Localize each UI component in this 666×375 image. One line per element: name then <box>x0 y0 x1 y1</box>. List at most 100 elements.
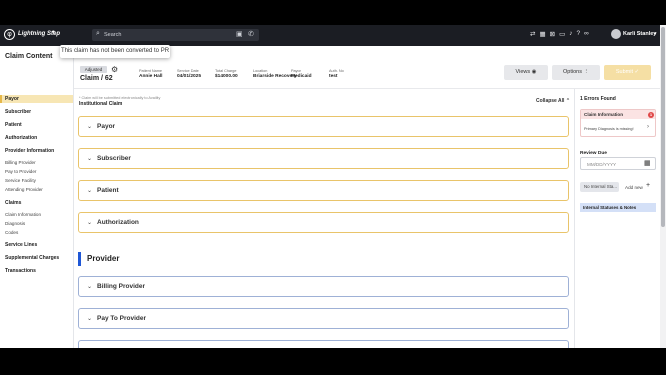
avatar[interactable] <box>611 29 621 39</box>
sidebar-item-attending-provider[interactable]: Attending Provider <box>0 186 73 194</box>
bell-icon[interactable]: ♪ <box>569 30 572 38</box>
sidebar-title: Claim Content <box>5 53 53 60</box>
scan-icon[interactable]: ▣ <box>236 30 243 38</box>
sidebar-item-service-lines[interactable]: Service Lines <box>0 241 73 249</box>
accordion-label: Authorization <box>97 219 139 226</box>
sidebar-item-subscriber[interactable]: Subscriber <box>0 108 73 116</box>
search-icon: ⌕ <box>96 30 100 37</box>
calendar-icon[interactable]: ▦ <box>644 159 651 167</box>
user-menu-chevron-icon[interactable]: ▾ <box>654 31 657 37</box>
chevron-right-icon[interactable]: › <box>647 124 649 130</box>
meta-label: Service Date <box>177 69 199 73</box>
meta-label: Auth. No <box>329 69 344 73</box>
accordion-patient[interactable]: ⌄ Patient <box>78 180 569 201</box>
chevron-down-icon: ⌄ <box>87 284 93 290</box>
error-category-label: Claim Information <box>584 112 624 117</box>
accordion-billing-provider[interactable]: ⌄ Billing Provider <box>78 276 569 297</box>
meta-payor: Payor Medicaid <box>291 69 312 79</box>
calendar-icon[interactable]: ▦ <box>539 30 545 38</box>
search-input[interactable]: Search <box>104 32 121 38</box>
accordion-pay-to-provider[interactable]: ⌄ Pay To Provider <box>78 308 569 329</box>
claim-type: Institutional Claim <box>79 101 123 107</box>
error-category: Claim Information 1 <box>581 110 655 119</box>
app-screen: φ Lightning Step ● ⌕ Search ▣ ✆ ⇄ ▦ ⊠ ▭ … <box>0 25 666 348</box>
chat-icon[interactable]: ▭ <box>559 30 565 38</box>
sidebar-item-provider-information[interactable]: Provider Information <box>0 147 73 155</box>
meta-label: Payor <box>291 69 301 73</box>
more-vertical-icon: ⋮ <box>583 69 590 75</box>
sidebar-item-claims[interactable]: Claims <box>0 199 73 207</box>
accordion-subscriber[interactable]: ⌄ Subscriber <box>78 148 569 169</box>
accordion-label: Billing Provider <box>97 283 146 290</box>
accordion-next[interactable] <box>78 340 569 348</box>
meta-label: Patient Name <box>139 69 163 73</box>
sidebar-item-payor[interactable]: Payor <box>0 95 73 103</box>
plus-icon[interactable]: + <box>646 182 650 189</box>
errors-count: 1 Errors Found <box>580 96 616 102</box>
error-detail: Primary Diagnosis is missing! <box>584 127 634 131</box>
review-due-field[interactable]: MM/DD/YYYY ▦ <box>580 157 656 170</box>
chevron-down-icon: ⌄ <box>87 220 93 226</box>
views-button[interactable]: Views ◉ <box>504 65 548 80</box>
meta-value: 04/01/2025 <box>177 74 202 79</box>
chevron-down-icon: ⌄ <box>87 316 93 322</box>
page-title: Claim / 62 <box>80 75 113 82</box>
sidebar-item-patient[interactable]: Patient <box>0 121 73 129</box>
sidebar-item-codes[interactable]: Codes <box>0 229 73 237</box>
sidebar-item-claim-information[interactable]: Claim Information <box>0 211 73 219</box>
chevron-down-icon: ⌄ <box>87 188 93 194</box>
sidebar-item-billing-provider[interactable]: Billing Provider <box>0 159 73 167</box>
accordion-label: Payor <box>97 123 116 130</box>
views-label: Views <box>515 69 531 75</box>
error-card[interactable]: Claim Information 1 Primary Diagnosis is… <box>580 109 656 137</box>
pin-icon[interactable]: ● <box>52 29 55 35</box>
accordion-label: Patient <box>97 187 119 194</box>
sidebar-item-supplemental-charges[interactable]: Supplemental Charges <box>0 254 73 262</box>
sidebar-item-pay-to-provider[interactable]: Pay to Provider <box>0 168 73 176</box>
meta-value: $14000.00 <box>215 74 238 79</box>
meta-value: Medicaid <box>291 74 312 79</box>
error-badge: 1 <box>648 111 654 118</box>
inbox-icon[interactable]: ⊠ <box>550 30 555 38</box>
convert-pr-tooltip: This claim has not been converted to PR <box>60 45 170 58</box>
sidebar <box>0 46 74 348</box>
chevron-down-icon: ⌄ <box>87 124 93 130</box>
logo-icon: φ <box>4 29 15 40</box>
provider-heading: Provider <box>78 252 119 266</box>
meta-value: test <box>329 74 338 79</box>
global-search[interactable]: ⌕ Search ▣ ✆ <box>92 29 259 41</box>
meta-service-date: Service Date 04/01/2025 <box>177 69 201 79</box>
sidebar-item-diagnosis[interactable]: Diagnosis <box>0 220 73 228</box>
sidebar-item-transactions[interactable]: Transactions <box>0 267 73 275</box>
internal-status-select[interactable]: No Internal Sta... <box>580 182 619 192</box>
submission-note: * Claim will be submitted electronically… <box>79 96 161 100</box>
scrollbar-thumb[interactable] <box>661 27 665 227</box>
meta-value: Annie Hall <box>139 74 163 79</box>
add-new-button[interactable]: Add new <box>625 185 643 190</box>
check-icon: ✓ <box>634 69 640 75</box>
user-name[interactable]: Karli Stanley <box>623 31 656 37</box>
review-due-placeholder: MM/DD/YYYY <box>587 162 617 167</box>
filter-icon[interactable]: ⇄ <box>530 30 535 38</box>
review-due-label: Review Due <box>580 151 607 156</box>
submit-label: Submit <box>615 69 633 75</box>
help-icon[interactable]: ? <box>576 30 580 38</box>
meta-label: Total Charge <box>215 69 237 73</box>
settings-cursor-icon[interactable]: ⚙ <box>111 65 118 74</box>
internal-statuses-notes-header[interactable]: Internal Statuses & Notes <box>580 203 656 212</box>
accordion-label: Pay To Provider <box>97 315 147 322</box>
status-badge: Adjusted <box>80 66 107 73</box>
accordion-payor[interactable]: ⌄ Payor <box>78 116 569 137</box>
meta-patient: Patient Name Annie Hall <box>139 69 162 79</box>
sidebar-item-authorization[interactable]: Authorization <box>0 134 73 142</box>
submit-button[interactable]: Submit ✓ <box>604 65 651 80</box>
collapse-all-button[interactable]: Collapse All ⌃ <box>536 98 570 104</box>
meta-auth-no: Auth. No test <box>329 69 344 79</box>
meta-total-charge: Total Charge $14000.00 <box>215 69 238 79</box>
options-button[interactable]: Options ⋮ <box>552 65 600 80</box>
link-icon[interactable]: ∞ <box>584 30 589 38</box>
sidebar-item-service-facility[interactable]: Service Facility <box>0 177 73 185</box>
top-icons: ⇄ ▦ ⊠ ▭ ♪ ? ∞ <box>530 30 589 38</box>
phone-icon[interactable]: ✆ <box>248 30 254 38</box>
accordion-authorization[interactable]: ⌄ Authorization <box>78 212 569 233</box>
